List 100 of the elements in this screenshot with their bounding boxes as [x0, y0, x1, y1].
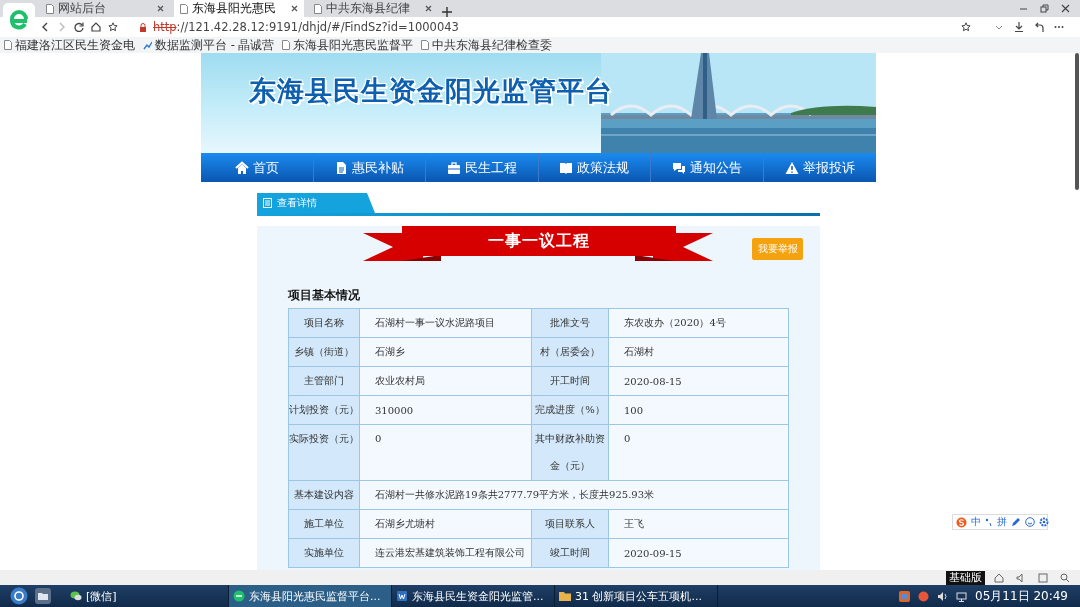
close-icon[interactable] [291, 5, 298, 12]
settings-icon[interactable] [1039, 517, 1049, 527]
undo-icon[interactable] [1034, 22, 1044, 32]
folder-icon [559, 590, 571, 602]
page-icon [46, 3, 54, 14]
chart-icon [143, 40, 152, 50]
restore-icon[interactable] [1040, 4, 1049, 13]
download-icon[interactable] [1014, 22, 1024, 32]
value-cell: 连云港宏基建筑装饰工程有限公司 [359, 538, 532, 568]
nav-item[interactable]: 民生工程 [426, 153, 539, 182]
value-cell: 农业农村局 [359, 366, 532, 396]
address-field[interactable]: http://121.42.28.12:9191/dhjd/#/FindSz?id=1000043 [129, 17, 981, 37]
label-cell: 开工时间 [531, 366, 609, 396]
section-title: 项目基本情况 [288, 288, 361, 303]
site-title: 东海县民生资金阳光监管平台 [249, 74, 613, 108]
page-icon [282, 40, 291, 50]
url-text[interactable]: http://121.42.28.12:9191/dhjd/#/FindSz?id=1000043 [153, 20, 955, 34]
value-cell: 2020-09-15 [608, 538, 789, 568]
label-cell: 实施单位 [288, 538, 360, 568]
label-cell: 主管部门 [288, 366, 360, 396]
input-method-icon[interactable] [918, 590, 930, 602]
close-icon[interactable] [157, 5, 164, 12]
browser-tab[interactable]: 网站后台 [40, 0, 170, 17]
reload-icon[interactable] [74, 22, 84, 32]
value-cell: 石湖乡 [359, 337, 532, 367]
value-cell: 310000 [359, 395, 532, 425]
close-icon[interactable] [1061, 4, 1070, 13]
label-cell: 项目名称 [288, 308, 360, 338]
nav-item[interactable]: 惠民补贴 [313, 153, 426, 182]
value-cell: 石湖村 [608, 337, 789, 367]
taskbar-item[interactable]: 东海县民生资金阳光监管... [392, 585, 555, 607]
label-cell: 村（居委会） [531, 337, 609, 367]
value-cell: 王飞 [608, 509, 789, 539]
nav-item[interactable]: 政策法规 [538, 153, 651, 182]
ime-mode[interactable]: 中 [971, 515, 981, 529]
scrollbar[interactable] [1075, 53, 1079, 190]
back-icon[interactable] [40, 22, 50, 32]
window-icon[interactable] [1038, 573, 1048, 583]
close-icon[interactable] [425, 5, 432, 12]
start-icon[interactable] [10, 587, 28, 605]
briefcase-icon [446, 160, 461, 175]
chat-icon [70, 590, 82, 602]
ime-mode[interactable]: 拼 [997, 515, 1007, 529]
star-icon[interactable] [108, 22, 118, 32]
label-cell: 基本建设内容 [288, 480, 360, 510]
browser-tab[interactable]: 中共东海县纪律 [308, 0, 438, 17]
sogou-logo-icon[interactable] [956, 516, 967, 528]
home-icon[interactable] [994, 573, 1004, 583]
label-cell: 施工单位 [288, 509, 360, 539]
home-icon[interactable] [91, 22, 101, 32]
bookmark[interactable]: 福建洛江区民生资金电 [4, 37, 135, 53]
value-cell: 0 [359, 424, 532, 481]
pen-icon[interactable] [1011, 517, 1021, 527]
network-icon[interactable] [956, 590, 968, 602]
edition-badge: 基础版 [946, 571, 985, 585]
bookmark[interactable]: 中共东海县纪律检查委 [421, 37, 553, 53]
home-icon [234, 160, 249, 175]
bookmark[interactable]: 数据监测平台 - 晶诚营 [143, 37, 275, 53]
bookmark[interactable]: 东海县阳光惠民监督平 [282, 37, 414, 53]
volume-icon[interactable] [1016, 573, 1026, 583]
star-icon[interactable] [961, 22, 971, 32]
value-cell: 石湖乡尤塘村 [359, 509, 532, 539]
label-cell: 项目联系人 [531, 509, 609, 539]
list-icon [263, 198, 272, 208]
label-cell: 计划投资（元） [288, 395, 360, 425]
taskbar-item[interactable]: 东海县阳光惠民监督平台... [229, 585, 392, 607]
ribbon-title: 一事一议工程 [401, 226, 676, 256]
page-icon [180, 3, 188, 14]
label-cell: 乡镇（街道） [288, 337, 360, 367]
label-cell: 批准文号 [531, 308, 609, 338]
page-icon [421, 40, 430, 50]
input-method-toolbar[interactable]: 中 拼 [952, 514, 1048, 530]
nav-item[interactable]: 通知公告 [651, 153, 764, 182]
warning-icon [784, 160, 799, 175]
clock: 05月11日 20:49 [975, 587, 1068, 605]
nav-item[interactable]: 举报投诉 [763, 153, 876, 182]
document-icon [334, 160, 349, 175]
nav-item[interactable]: 首页 [201, 153, 314, 182]
value-cell: 0 [608, 424, 789, 481]
app-icon[interactable] [899, 590, 911, 602]
label-cell: 竣工时间 [531, 538, 609, 568]
value-cell: 东农改办（2020）4号 [608, 308, 789, 338]
not-secure-icon [139, 22, 147, 32]
browser-tab[interactable]: 东海县阳光惠民 [174, 0, 304, 17]
document-icon [396, 590, 408, 602]
taskbar-item[interactable]: 31 创新项目公车五项机... [555, 585, 718, 607]
value-cell: 石湖村一事一议水泥路项目 [359, 308, 532, 338]
new-tab-icon[interactable] [442, 7, 452, 17]
label-cell: 实际投资（元） [288, 424, 360, 481]
chat-icon [671, 160, 686, 175]
browser-icon [233, 590, 245, 602]
label-cell: 完成进度（%） [531, 395, 609, 425]
smile-icon[interactable] [1025, 517, 1035, 527]
book-icon [559, 160, 574, 175]
punctuation-icon[interactable] [985, 517, 993, 527]
folder-icon[interactable] [34, 587, 52, 605]
value-cell: 100 [608, 395, 789, 425]
value-cell: 石湖村一共修水泥路19条共2777.79平方米，长度共925.93米 [359, 480, 789, 510]
search-icon[interactable] [1060, 573, 1070, 583]
volume-icon[interactable] [937, 590, 949, 602]
